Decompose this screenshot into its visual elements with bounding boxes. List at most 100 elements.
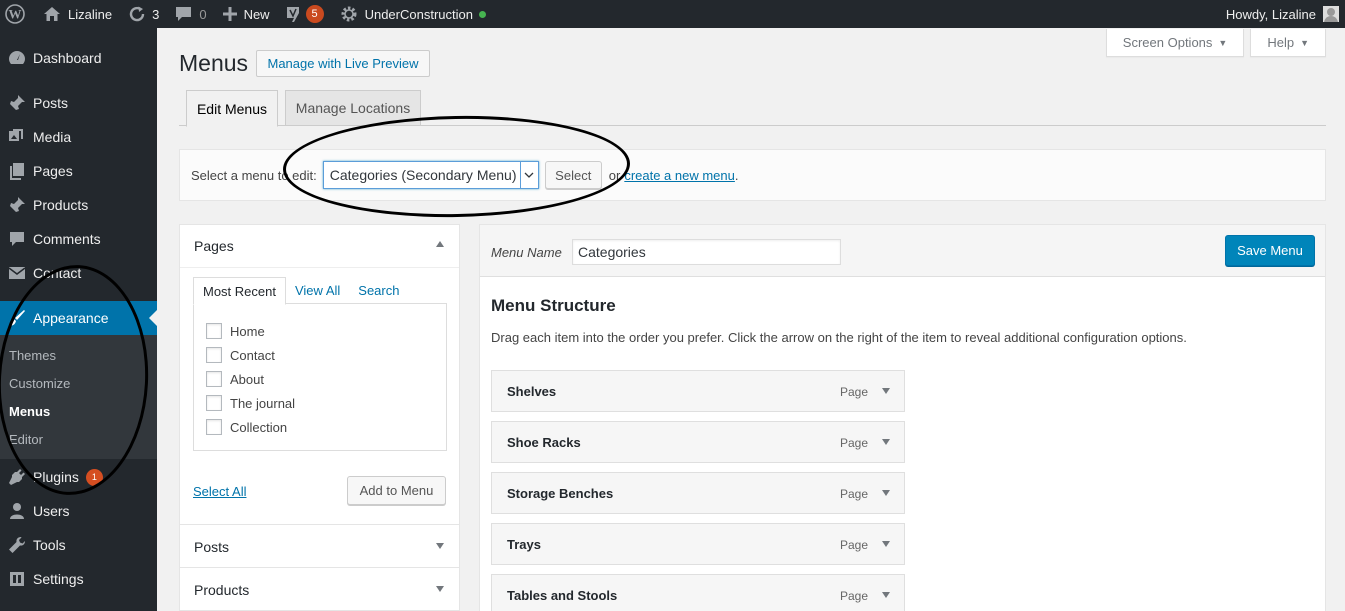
menu-item-type: Page bbox=[839, 487, 868, 501]
user-icon bbox=[0, 501, 33, 521]
sidebar-item-pages[interactable]: Pages bbox=[0, 154, 157, 188]
menu-item-row[interactable]: Shelves Page bbox=[491, 370, 905, 412]
pages-checklist: Home Contact About The journal Collectio… bbox=[193, 303, 447, 451]
checkbox[interactable] bbox=[206, 347, 222, 363]
sidebar-item-users[interactable]: Users bbox=[0, 494, 157, 528]
screen-meta-links: Screen Options ▼ Help ▼ bbox=[1100, 29, 1326, 57]
posts-accordion-header[interactable]: Posts bbox=[180, 525, 459, 568]
menu-item-type: Page bbox=[839, 538, 868, 552]
collapse-arrow-icon bbox=[436, 241, 444, 247]
annotation-circle-menu-select bbox=[282, 112, 631, 221]
sidebar-separator bbox=[0, 75, 157, 86]
menu-item-row[interactable]: Storage Benches Page bbox=[491, 472, 905, 514]
nav-tab-wrapper: Edit Menus Manage Locations bbox=[179, 90, 1326, 127]
list-item[interactable]: Contact bbox=[194, 343, 446, 367]
sidebar-item-label: Settings bbox=[33, 571, 84, 587]
pages-panel-tabs: Most Recent View All Search bbox=[193, 277, 447, 305]
page-item-label: Contact bbox=[230, 347, 275, 363]
expand-arrow-icon[interactable] bbox=[882, 541, 890, 547]
my-account-link[interactable]: Howdy, Lizaline bbox=[1226, 0, 1339, 28]
menu-item-type: Page bbox=[839, 589, 868, 603]
tab-most-recent[interactable]: Most Recent bbox=[193, 277, 286, 305]
sidebar-item-tools[interactable]: Tools bbox=[0, 528, 157, 562]
page-item-label: Collection bbox=[230, 419, 288, 435]
wordpress-logo-icon[interactable]: W bbox=[0, 0, 35, 28]
admin-bar: W Lizaline 3 0 New 5 UnderConstruction H… bbox=[0, 0, 1345, 28]
site-name-link[interactable]: Lizaline bbox=[35, 0, 120, 28]
sidebar-item-label: Media bbox=[33, 129, 72, 145]
products-accordion: Products bbox=[179, 567, 460, 611]
new-label: New bbox=[243, 6, 270, 22]
list-item[interactable]: The journal bbox=[194, 391, 446, 415]
page-item-label: Home bbox=[230, 323, 265, 339]
tab-view-all[interactable]: View All bbox=[286, 277, 349, 304]
tab-search[interactable]: Search bbox=[349, 277, 408, 304]
expand-arrow-icon[interactable] bbox=[882, 439, 890, 445]
envelope-icon bbox=[0, 263, 33, 283]
new-content-link[interactable]: New bbox=[215, 0, 278, 28]
menu-name-label: Menu Name bbox=[491, 245, 562, 260]
under-construction-label: UnderConstruction bbox=[364, 6, 473, 22]
select-all-link[interactable]: Select All bbox=[193, 484, 246, 499]
screen-options-label: Screen Options bbox=[1122, 35, 1213, 50]
menu-edit-panel: Menu Name Categories Save Menu Menu Stru… bbox=[479, 224, 1326, 611]
list-item[interactable]: Collection bbox=[194, 415, 446, 439]
products-accordion-header[interactable]: Products bbox=[180, 568, 459, 611]
list-item[interactable]: About bbox=[194, 367, 446, 391]
sidebar-item-products[interactable]: Products bbox=[0, 188, 157, 222]
under-construction-link[interactable]: UnderConstruction bbox=[332, 0, 494, 28]
pages-accordion-header[interactable]: Pages bbox=[180, 225, 459, 268]
menu-item-row[interactable]: Trays Page bbox=[491, 523, 905, 565]
settings-icon bbox=[0, 569, 33, 589]
pushpin-icon bbox=[0, 93, 33, 113]
menu-structure-title: Menu Structure bbox=[491, 296, 616, 315]
menu-item-row[interactable]: Tables and Stools Page bbox=[491, 574, 905, 611]
comments-link[interactable]: 0 bbox=[167, 0, 214, 28]
plus-icon bbox=[222, 7, 237, 21]
howdy-text: Howdy, Lizaline bbox=[1225, 6, 1316, 22]
help-label: Help bbox=[1267, 35, 1295, 50]
checkbox[interactable] bbox=[206, 395, 222, 411]
manage-with-live-preview-button[interactable]: Manage with Live Preview bbox=[256, 50, 430, 77]
menu-item-title: Shoe Racks bbox=[507, 435, 581, 450]
yoast-seo-link[interactable]: 5 bbox=[278, 0, 332, 28]
sidebar-item-media[interactable]: Media bbox=[0, 120, 157, 154]
expand-arrow-icon[interactable] bbox=[882, 592, 890, 598]
yoast-count-badge: 5 bbox=[305, 5, 324, 23]
checkbox[interactable] bbox=[206, 323, 222, 339]
caret-down-icon: ▼ bbox=[1218, 37, 1228, 48]
sidebar-item-comments[interactable]: Comments bbox=[0, 222, 157, 256]
svg-text:W: W bbox=[9, 7, 22, 22]
sidebar-item-label: Products bbox=[33, 197, 89, 213]
create-new-menu-link[interactable]: create a new menu bbox=[624, 168, 735, 183]
updates-link[interactable]: 3 bbox=[120, 0, 167, 28]
save-menu-button[interactable]: Save Menu bbox=[1225, 235, 1315, 266]
add-to-menu-button[interactable]: Add to Menu bbox=[347, 476, 446, 505]
list-item[interactable]: Home bbox=[194, 319, 446, 343]
menu-item-type: Page bbox=[839, 385, 868, 399]
menu-item-row[interactable]: Shoe Racks Page bbox=[491, 421, 905, 463]
tab-edit-menus[interactable]: Edit Menus bbox=[186, 90, 278, 127]
expand-arrow-icon bbox=[436, 586, 444, 592]
menu-name-input[interactable]: Categories bbox=[572, 239, 841, 265]
menu-header: Menu Name Categories Save Menu bbox=[480, 225, 1325, 277]
page-title: Menus bbox=[179, 50, 249, 76]
sidebar-item-dashboard[interactable]: Dashboard bbox=[0, 41, 157, 75]
screen-options-button[interactable]: Screen Options ▼ bbox=[1105, 29, 1245, 57]
status-dot bbox=[478, 10, 486, 18]
dashboard-icon bbox=[0, 48, 33, 68]
sidebar-item-posts[interactable]: Posts bbox=[0, 86, 157, 120]
comments-icon bbox=[0, 229, 33, 249]
sidebar-item-label: Posts bbox=[33, 95, 69, 111]
pages-icon bbox=[0, 161, 33, 181]
sidebar-item-label: Comments bbox=[33, 231, 101, 247]
expand-arrow-icon[interactable] bbox=[882, 490, 890, 496]
menu-item-title: Storage Benches bbox=[507, 486, 614, 501]
updates-count: 3 bbox=[152, 6, 160, 22]
help-button[interactable]: Help ▼ bbox=[1250, 29, 1326, 57]
pages-tabs: Most Recent View All Search Home Contact… bbox=[193, 277, 447, 451]
checkbox[interactable] bbox=[206, 371, 222, 387]
expand-arrow-icon[interactable] bbox=[882, 388, 890, 394]
checkbox[interactable] bbox=[206, 419, 222, 435]
sidebar-item-settings[interactable]: Settings bbox=[0, 562, 157, 596]
